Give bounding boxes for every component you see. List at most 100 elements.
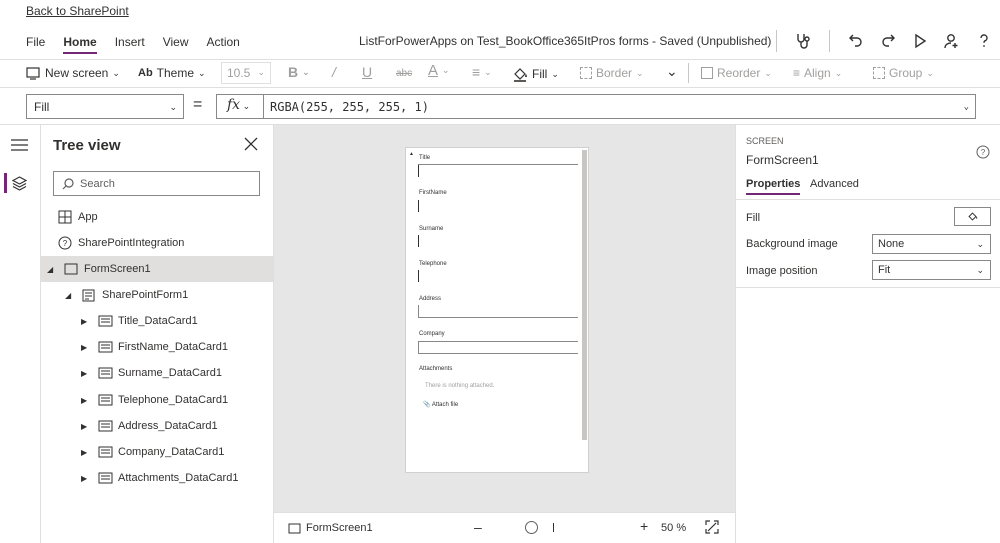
tree-item-company-datacard1[interactable]: ▶ Company_DataCard1: [41, 439, 273, 465]
equals-sign: =: [193, 96, 203, 113]
help-circle-icon[interactable]: ?: [976, 145, 990, 162]
theme-button[interactable]: Ab Theme ⌄: [138, 66, 206, 80]
caret-right-icon[interactable]: ▶: [81, 343, 91, 352]
more-chevron-icon[interactable]: ⌄: [666, 63, 678, 80]
field-input-address[interactable]: [418, 305, 578, 318]
field-label-company: Company: [419, 331, 445, 337]
help-question-icon[interactable]: [971, 31, 997, 51]
current-screen-name: FormScreen1: [306, 522, 373, 534]
group-label: Group: [889, 66, 923, 80]
caret-right-icon[interactable]: ▶: [81, 396, 91, 405]
tree-item-label: Surname_DataCard1: [118, 367, 222, 379]
caret-icon: ▲: [409, 151, 414, 157]
caret-right-icon[interactable]: ▶: [81, 317, 91, 326]
screen-icon: [63, 262, 79, 276]
menu-file[interactable]: File: [26, 35, 45, 54]
menu-view[interactable]: View: [163, 35, 189, 54]
tab-advanced[interactable]: Advanced: [810, 178, 859, 190]
form-icon: [81, 288, 97, 302]
tree-item-firstname-datacard1[interactable]: ▶ FirstName_DataCard1: [41, 334, 273, 360]
tree-item-formscreen1[interactable]: ◢ FormScreen1: [41, 256, 273, 282]
divider: [688, 63, 689, 83]
tree-item-sharepointintegration[interactable]: ? SharePointIntegration: [41, 230, 273, 256]
align-button[interactable]: ≡ Align ⌄: [793, 66, 842, 80]
caret-right-icon[interactable]: ▶: [81, 369, 91, 378]
tree-item-title-datacard1[interactable]: ▶ Title_DataCard1: [41, 308, 273, 334]
share-user-icon[interactable]: [939, 31, 965, 51]
tree-item-surname-datacard1[interactable]: ▶ Surname_DataCard1: [41, 360, 273, 386]
new-screen-button[interactable]: New screen ⌄: [26, 66, 120, 80]
layers-tree-view-icon[interactable]: [11, 176, 28, 194]
border-button[interactable]: Border ⌄: [580, 66, 644, 80]
background-image-select[interactable]: None ⌄: [872, 234, 991, 254]
chevron-down-icon: ⌄: [169, 102, 177, 112]
border-icon: [580, 67, 592, 79]
tree-view-panel: Tree view Search App ? SharePointIntegra…: [41, 125, 274, 543]
field-input-telephone[interactable]: [418, 270, 419, 282]
chevron-down-icon: ⌄: [963, 102, 969, 112]
zoom-slider-thumb[interactable]: [525, 521, 538, 534]
bold-icon[interactable]: B ⌄: [288, 64, 310, 80]
scrollbar[interactable]: [582, 150, 587, 440]
current-screen-indicator[interactable]: FormScreen1: [288, 522, 373, 534]
tree-item-sharepointform1[interactable]: ◢ SharePointForm1: [41, 282, 273, 308]
background-image-value: None: [878, 238, 905, 250]
property-select[interactable]: Fill ⌄: [26, 94, 184, 119]
font-size-select[interactable]: 10.5 ⌄: [221, 62, 271, 84]
reorder-button[interactable]: Reorder ⌄: [701, 66, 772, 80]
preview-play-icon[interactable]: [907, 31, 933, 51]
chevron-down-icon: ⌄: [636, 67, 644, 78]
back-to-sharepoint-link[interactable]: Back to SharePoint: [26, 4, 129, 18]
field-input-title[interactable]: [418, 164, 578, 176]
tree-item-address-datacard1[interactable]: ▶ Address_DataCard1: [41, 413, 273, 439]
app-checker-stethoscope-icon[interactable]: [790, 31, 816, 51]
chevron-down-icon: ⌄: [198, 67, 206, 78]
menu-insert[interactable]: Insert: [115, 35, 145, 54]
caret-right-icon[interactable]: ▶: [81, 448, 91, 457]
tree-item-attachments-datacard1[interactable]: ▶ Attachments_DataCard1: [41, 465, 273, 491]
group-button[interactable]: Group ⌄: [873, 66, 934, 80]
caret-down-icon[interactable]: ◢: [65, 291, 75, 300]
caret-right-icon[interactable]: ▶: [81, 474, 91, 483]
chevron-down-icon: ⌄: [976, 265, 984, 275]
tree-item-app[interactable]: App: [41, 204, 273, 230]
datacard-icon: [97, 419, 113, 433]
menu-home[interactable]: Home: [63, 35, 97, 54]
caret-right-icon[interactable]: ▶: [81, 422, 91, 431]
form-screen-preview[interactable]: ▲ Title FirstName Surname Telephone Addr…: [405, 147, 589, 473]
underline-icon[interactable]: U: [362, 64, 372, 80]
zoom-in-icon[interactable]: +: [640, 518, 648, 534]
fill-color-picker[interactable]: [954, 207, 991, 226]
text-align-icon[interactable]: ≡ ⌄: [472, 64, 492, 80]
undo-icon[interactable]: [843, 31, 869, 51]
reorder-label: Reorder: [717, 66, 761, 80]
menu-action[interactable]: Action: [207, 35, 240, 54]
formula-input[interactable]: RGBA(255, 255, 255, 1) ⌄: [264, 94, 976, 119]
hamburger-menu-icon[interactable]: [11, 139, 28, 154]
background-image-label: Background image: [746, 238, 838, 250]
chevron-down-icon: ⌄: [834, 67, 843, 78]
tree-item-label: Company_DataCard1: [118, 446, 225, 458]
zoom-out-icon[interactable]: –: [474, 519, 482, 535]
tree-item-telephone-datacard1[interactable]: ▶ Telephone_DataCard1: [41, 387, 273, 413]
fx-function-button[interactable]: fx ⌄: [216, 94, 264, 119]
close-icon[interactable]: [244, 135, 258, 156]
fill-button[interactable]: Fill ⌄: [512, 66, 559, 82]
field-input-firstname[interactable]: [418, 200, 419, 212]
caret-down-icon[interactable]: ◢: [47, 265, 57, 274]
tree-search-input[interactable]: Search: [53, 171, 260, 196]
search-placeholder: Search: [80, 177, 115, 190]
fit-to-window-icon[interactable]: [705, 520, 719, 537]
italic-icon[interactable]: /: [332, 64, 336, 80]
chevron-down-icon: ⌄: [764, 67, 772, 78]
field-input-company[interactable]: [418, 341, 578, 354]
attach-file-button[interactable]: 📎 Attach file: [423, 401, 458, 408]
redo-icon[interactable]: [875, 31, 901, 51]
document-title: ListForPowerApps on Test_BookOffice365It…: [359, 34, 772, 48]
image-position-select[interactable]: Fit ⌄: [872, 260, 991, 280]
font-color-icon[interactable]: A ⌄: [428, 62, 450, 79]
font-size-value: 10.5: [227, 66, 251, 80]
tab-properties[interactable]: Properties: [746, 178, 801, 195]
field-input-surname[interactable]: [418, 235, 419, 247]
strikethrough-icon[interactable]: abc: [396, 68, 412, 79]
